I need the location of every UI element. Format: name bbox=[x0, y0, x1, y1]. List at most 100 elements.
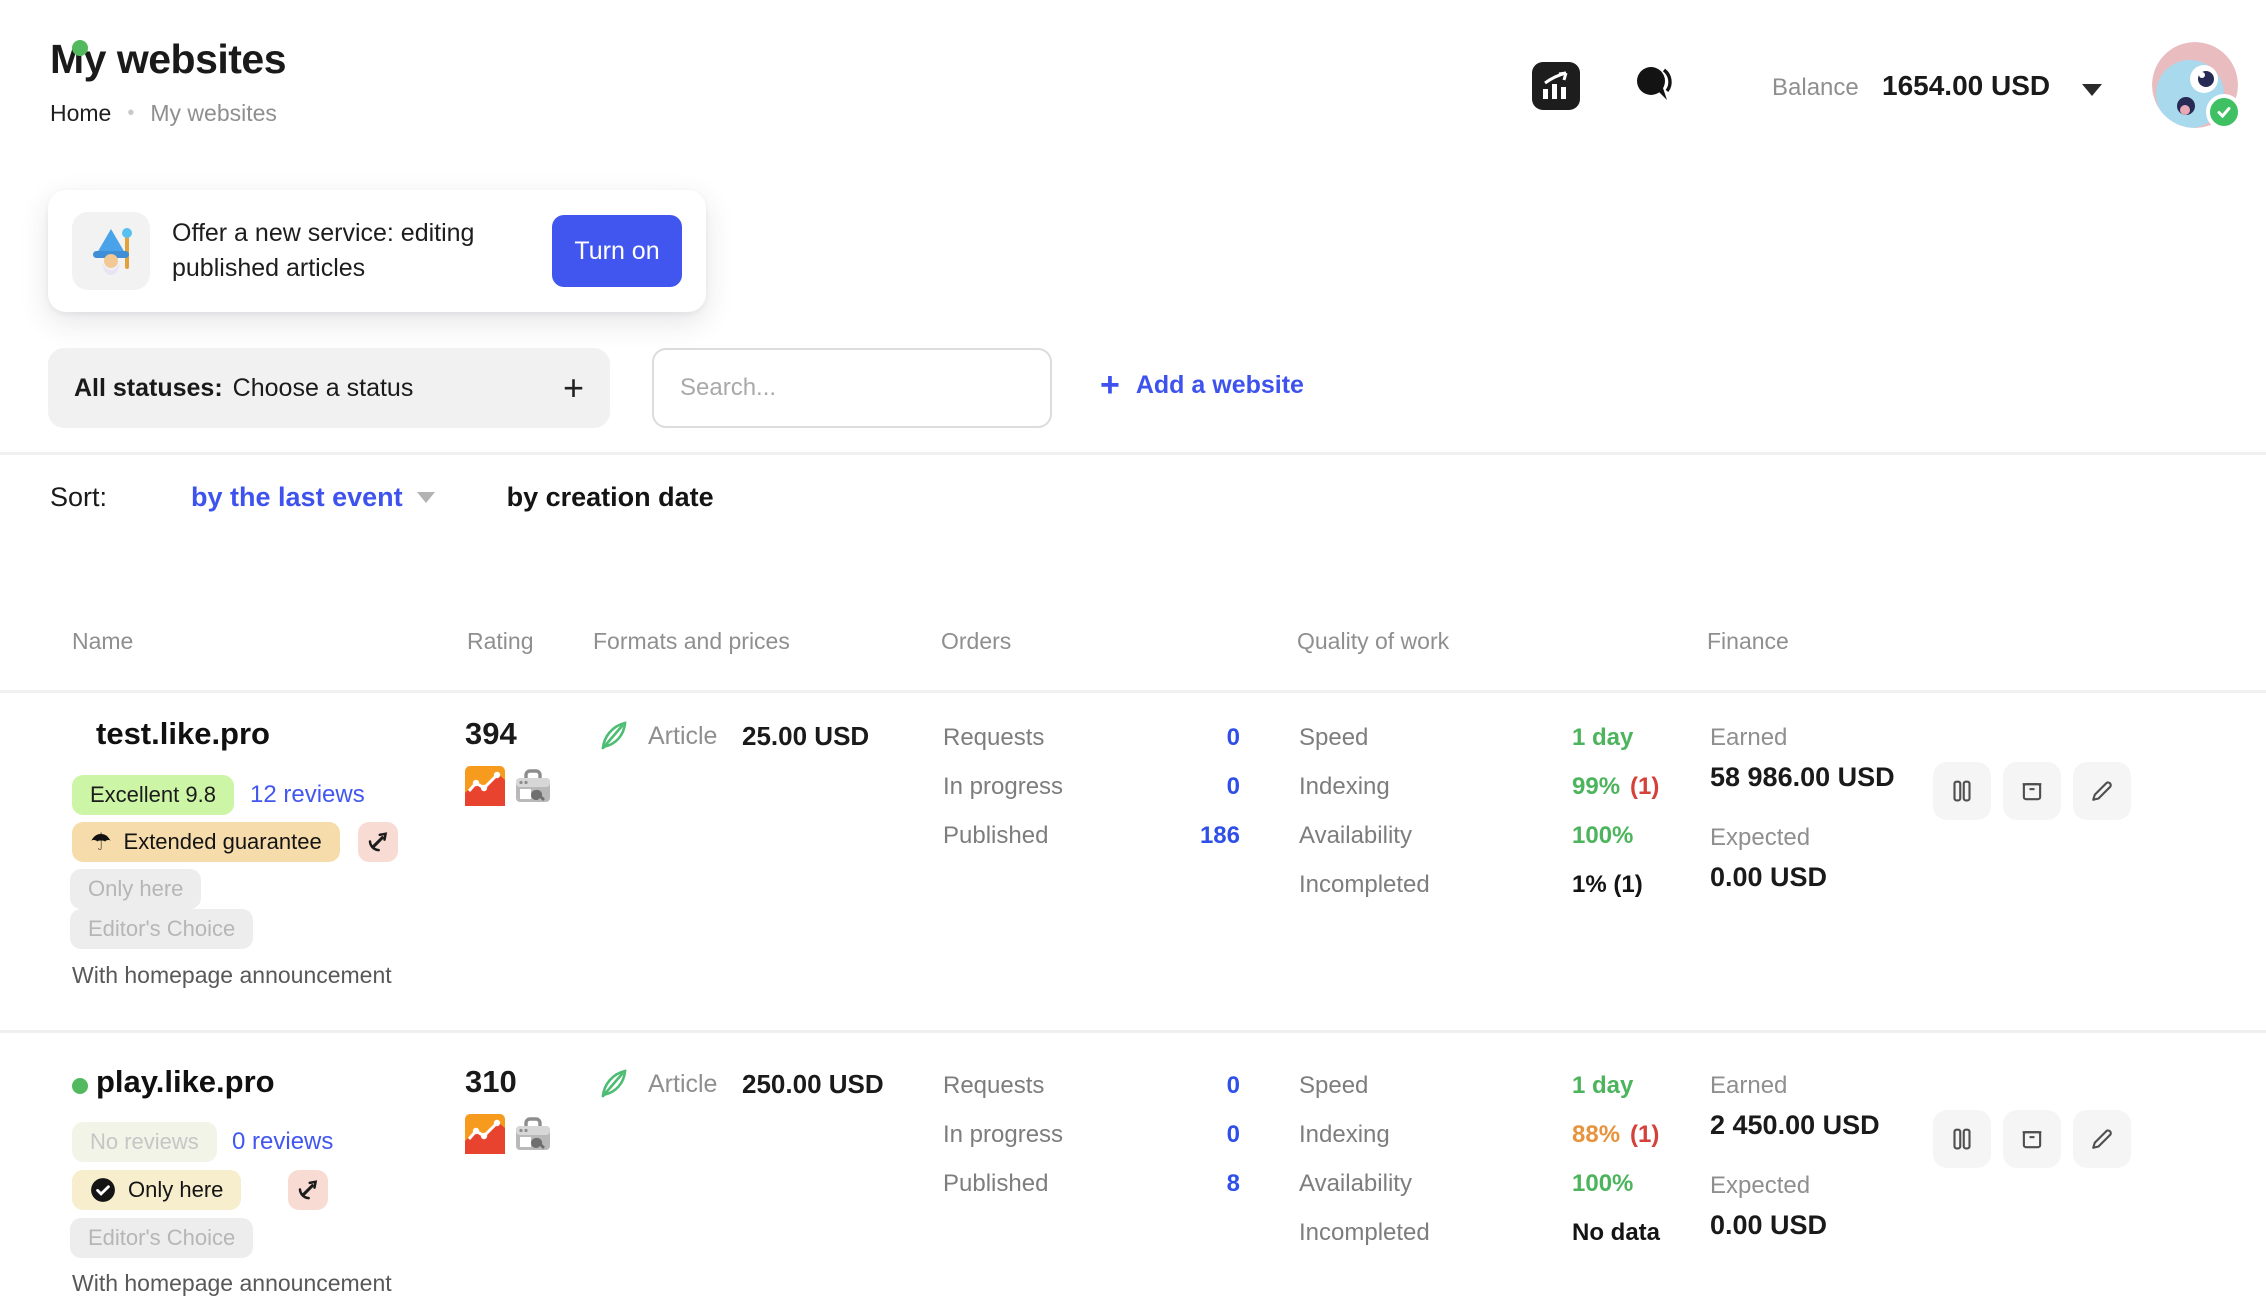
quality-speed-label: Speed bbox=[1299, 1072, 1368, 1100]
quality-availability-label: Availability bbox=[1299, 822, 1412, 850]
search-console-icon[interactable] bbox=[513, 766, 553, 811]
quality-indexing-value: 88%(1) bbox=[1572, 1121, 1659, 1149]
quality-indexing-value: 99%(1) bbox=[1572, 773, 1659, 801]
editors-choice-badge: Editor's Choice bbox=[70, 909, 253, 949]
col-header-finance: Finance bbox=[1707, 628, 1789, 655]
quality-availability-value: 100% bbox=[1572, 822, 1633, 850]
my-websites-page: My websites Home • My websites Balance 1… bbox=[0, 0, 2266, 1308]
sort-caret-icon[interactable] bbox=[417, 492, 435, 503]
orders-in-progress-label: In progress bbox=[943, 1121, 1063, 1149]
orders-requests-label: Requests bbox=[943, 724, 1044, 752]
orders-requests-value[interactable]: 0 bbox=[1120, 1072, 1240, 1100]
editors-choice-label: Editor's Choice bbox=[88, 916, 235, 942]
pause-button[interactable] bbox=[1933, 1110, 1991, 1168]
col-header-formats: Formats and prices bbox=[593, 628, 790, 655]
edit-button[interactable] bbox=[2073, 1110, 2131, 1168]
finance-expected-value: 0.00 USD bbox=[1710, 862, 1827, 893]
homepage-note: With homepage announcement bbox=[72, 962, 392, 989]
site-name-link[interactable]: test.like.pro bbox=[96, 716, 270, 752]
format-price: 25.00 USD bbox=[742, 721, 869, 752]
sort-option-creation-date[interactable]: by creation date bbox=[507, 482, 714, 513]
analytics-icon[interactable] bbox=[465, 1114, 505, 1159]
check-circle-icon bbox=[90, 1177, 116, 1203]
sort-option-last-event[interactable]: by the last event bbox=[191, 482, 403, 513]
promo-banner: Offer a new service: editing published a… bbox=[48, 190, 706, 312]
only-here-badge: Only here bbox=[72, 1170, 241, 1210]
col-header-orders: Orders bbox=[941, 628, 1011, 655]
statistics-icon[interactable] bbox=[1532, 62, 1580, 110]
balance-value[interactable]: 1654.00 USD bbox=[1882, 70, 2050, 102]
quality-indexing-percent: 88% bbox=[1572, 1121, 1620, 1148]
reviews-link[interactable]: 12 reviews bbox=[250, 781, 365, 809]
editors-choice-badge: Editor's Choice bbox=[70, 1218, 253, 1258]
reviews-link[interactable]: 0 reviews bbox=[232, 1128, 333, 1156]
article-feather-icon bbox=[595, 1066, 631, 1107]
promo-banner-text: Offer a new service: editing published a… bbox=[172, 216, 502, 287]
umbrella-icon: ☂ bbox=[90, 828, 112, 856]
editors-choice-label: Editor's Choice bbox=[88, 1225, 235, 1251]
site-name-link[interactable]: play.like.pro bbox=[96, 1064, 275, 1100]
breadcrumb-home-link[interactable]: Home bbox=[50, 100, 111, 127]
analytics-icon[interactable] bbox=[465, 766, 505, 811]
breadcrumb-current: My websites bbox=[150, 100, 277, 127]
format-type: Article bbox=[648, 722, 717, 751]
dart-target-icon bbox=[288, 1170, 328, 1210]
quality-incompleted-label: Incompleted bbox=[1299, 871, 1430, 899]
quality-indexing-label: Indexing bbox=[1299, 1121, 1390, 1149]
orders-published-value[interactable]: 186 bbox=[1120, 822, 1240, 850]
add-website-plus-icon: + bbox=[1100, 368, 1120, 402]
wizard-icon bbox=[72, 212, 150, 290]
quality-incompleted-value: 1% (1) bbox=[1572, 871, 1643, 899]
avatar-verified-icon bbox=[2206, 94, 2242, 130]
review-score-badge: No reviews bbox=[72, 1122, 217, 1162]
col-header-quality: Quality of work bbox=[1297, 628, 1449, 655]
row-actions bbox=[1933, 762, 2131, 820]
sort-label: Sort: bbox=[50, 482, 107, 513]
add-website-button[interactable]: + Add a website bbox=[1100, 368, 1304, 402]
breadcrumb: Home • My websites bbox=[50, 100, 277, 127]
balance-dropdown-caret-icon[interactable] bbox=[2082, 84, 2102, 96]
orders-requests-label: Requests bbox=[943, 1072, 1044, 1100]
only-here-label: Only here bbox=[128, 1177, 223, 1203]
finance-earned-value: 58 986.00 USD bbox=[1710, 762, 1895, 793]
archive-button[interactable] bbox=[2003, 762, 2061, 820]
sort-row: Sort: by the last event by creation date bbox=[50, 482, 714, 513]
review-score-badge-label: No reviews bbox=[90, 1129, 199, 1155]
add-website-label: Add a website bbox=[1136, 371, 1304, 400]
orders-in-progress-label: In progress bbox=[943, 773, 1063, 801]
search-console-icon[interactable] bbox=[513, 1114, 553, 1159]
orders-in-progress-value[interactable]: 0 bbox=[1120, 1121, 1240, 1149]
orders-in-progress-value[interactable]: 0 bbox=[1120, 773, 1240, 801]
site-status-dot bbox=[72, 1078, 88, 1094]
quality-indexing-label: Indexing bbox=[1299, 773, 1390, 801]
table-header: Name Rating Formats and prices Orders Qu… bbox=[0, 628, 2266, 668]
format-type: Article bbox=[648, 1070, 717, 1099]
rating-icons bbox=[465, 766, 553, 811]
turn-on-button[interactable]: Turn on bbox=[552, 215, 682, 287]
edit-button[interactable] bbox=[2073, 762, 2131, 820]
col-header-name: Name bbox=[72, 628, 133, 655]
only-here-label: Only here bbox=[88, 876, 183, 902]
status-filter-plus-icon[interactable]: + bbox=[563, 370, 584, 406]
quality-availability-value: 100% bbox=[1572, 1170, 1633, 1198]
status-filter-prefix: All statuses: bbox=[74, 374, 223, 403]
pause-button[interactable] bbox=[1933, 762, 1991, 820]
homepage-note: With homepage announcement bbox=[72, 1270, 392, 1297]
table-row: play.like.pro No reviews 0 reviews Only … bbox=[0, 1030, 2266, 1308]
orders-published-value[interactable]: 8 bbox=[1120, 1170, 1240, 1198]
quality-availability-label: Availability bbox=[1299, 1170, 1412, 1198]
extended-guarantee-label: Extended guarantee bbox=[124, 829, 322, 855]
rating-value: 310 bbox=[465, 1064, 517, 1100]
status-filter[interactable]: All statuses: Choose a status + bbox=[48, 348, 610, 428]
finance-earned-value: 2 450.00 USD bbox=[1710, 1110, 1880, 1141]
divider bbox=[0, 452, 2266, 455]
orders-requests-value[interactable]: 0 bbox=[1120, 724, 1240, 752]
archive-button[interactable] bbox=[2003, 1110, 2061, 1168]
quality-speed-value: 1 day bbox=[1572, 724, 1633, 752]
site-status-dot bbox=[72, 40, 88, 56]
finance-expected-label: Expected bbox=[1710, 1172, 1810, 1200]
search-input[interactable] bbox=[652, 348, 1052, 428]
messages-icon[interactable] bbox=[1630, 60, 1680, 110]
orders-published-label: Published bbox=[943, 1170, 1048, 1198]
quality-indexing-percent: 99% bbox=[1572, 773, 1620, 800]
